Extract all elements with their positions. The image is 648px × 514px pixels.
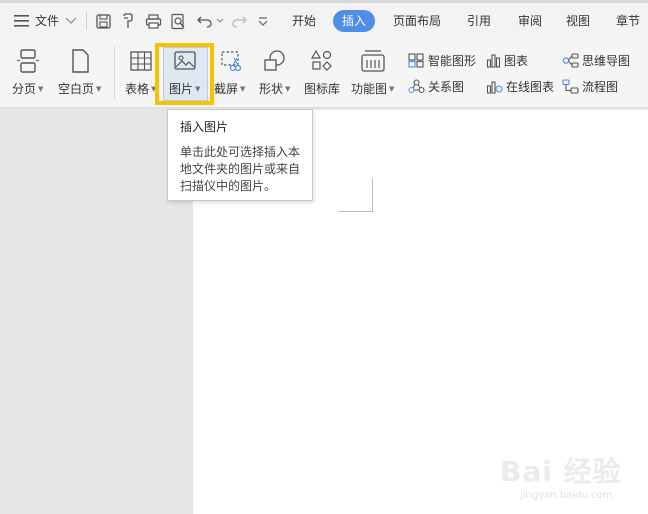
- smart-art-label: 智能图形: [428, 53, 477, 68]
- quick-access-dropdown[interactable]: [257, 10, 269, 32]
- online-chart-label: 在线图表: [506, 79, 555, 94]
- tab-sections[interactable]: 章节: [616, 10, 640, 32]
- page-break-label: 分页: [12, 82, 37, 96]
- relation-chart-button[interactable]: 关系图: [408, 77, 464, 95]
- bar-chart-icon: [486, 53, 501, 68]
- dropdown-caret-icon: ▼: [240, 84, 246, 93]
- blank-page-label: 空白页: [58, 82, 95, 96]
- smart-art-button[interactable]: 智能图形: [408, 51, 476, 69]
- chart-label: 图表: [504, 53, 529, 68]
- menu-bar: 文件 开始 插入 页面布局 引用 审阅 视图 章节: [0, 0, 648, 40]
- function-chart-icon: [360, 48, 386, 74]
- watermark-url: jingyan.baidu.com: [520, 490, 613, 501]
- separator: [86, 12, 87, 30]
- undo-icon: [197, 16, 212, 28]
- file-menu[interactable]: 文件: [14, 10, 77, 32]
- tab-insert[interactable]: 插入: [333, 10, 376, 32]
- hamburger-icon: [14, 15, 29, 27]
- tooltip-body: 单击此处可选择插入本地文件夹的图片或来自扫描仪中的图片。: [180, 145, 301, 193]
- page-margin-marker: [372, 178, 373, 212]
- format-painter-icon: [123, 12, 133, 28]
- icon-library-button[interactable]: 图标库: [304, 48, 340, 97]
- mind-map-button[interactable]: 思维导图: [562, 51, 630, 69]
- insert-picture-tooltip: 插入图片 单击此处可选择插入本地文件夹的图片或来自扫描仪中的图片。: [167, 109, 313, 201]
- print-preview-button[interactable]: [170, 10, 187, 32]
- table-button[interactable]: 表格 ▼: [125, 48, 156, 97]
- table-label: 表格: [125, 82, 150, 96]
- top-border: [0, 0, 648, 3]
- dropdown-caret-icon: ▼: [38, 84, 44, 93]
- tab-page-layout[interactable]: 页面布局: [393, 10, 441, 32]
- dropdown-caret-icon: ▼: [285, 84, 291, 93]
- dropdown-caret-icon: ▼: [96, 84, 102, 93]
- online-chart-button[interactable]: 在线图表: [486, 77, 554, 95]
- icon-library-icon: [309, 48, 335, 74]
- save-icon: [96, 13, 111, 29]
- format-painter-button[interactable]: [120, 10, 137, 32]
- chevron-down-icon: [258, 17, 268, 26]
- flowchart-button[interactable]: 流程图: [562, 77, 618, 95]
- watermark: Bai 经验 jingyan.baidu.com: [500, 450, 640, 501]
- dropdown-caret-icon: ▼: [389, 84, 395, 93]
- flowchart-icon: [562, 78, 579, 94]
- mind-map-label: 思维导图: [582, 53, 631, 68]
- print-icon: [145, 13, 162, 29]
- blank-page-icon: [67, 48, 93, 74]
- chevron-down-icon: [65, 17, 77, 24]
- tab-references[interactable]: 引用: [467, 10, 491, 32]
- icon-library-label: 图标库: [304, 82, 341, 96]
- tab-view[interactable]: 视图: [566, 10, 590, 32]
- undo-button[interactable]: [196, 10, 224, 32]
- page-break-button[interactable]: 分页 ▼: [12, 48, 43, 97]
- print-preview-icon: [171, 13, 185, 29]
- tab-review[interactable]: 审阅: [518, 10, 542, 32]
- shapes-icon: [262, 48, 288, 74]
- file-menu-label: 文件: [35, 14, 60, 28]
- tooltip-title: 插入图片: [180, 120, 229, 134]
- chart-button[interactable]: 图表: [486, 51, 528, 69]
- print-button[interactable]: [145, 10, 162, 32]
- relation-chart-icon: [408, 78, 425, 93]
- mind-map-icon: [562, 52, 579, 68]
- flowchart-label: 流程图: [582, 79, 619, 94]
- table-icon: [128, 48, 154, 74]
- redo-icon: [232, 16, 247, 28]
- redo-button[interactable]: [230, 10, 248, 32]
- tab-home[interactable]: 开始: [292, 10, 316, 32]
- blank-page-button[interactable]: 空白页 ▼: [58, 48, 101, 97]
- chevron-down-icon: [216, 18, 224, 23]
- smart-art-icon: [408, 52, 424, 68]
- page-margin-marker: [338, 211, 373, 212]
- page-break-icon: [15, 48, 41, 74]
- highlight-box: [155, 43, 214, 105]
- relation-chart-label: 关系图: [428, 79, 465, 94]
- screenshot-button[interactable]: 截屏 ▼: [214, 48, 245, 97]
- watermark-logo: Bai 经验: [500, 455, 622, 488]
- screenshot-label: 截屏: [214, 82, 239, 96]
- function-chart-button[interactable]: 功能图 ▼: [351, 48, 394, 97]
- online-chart-icon: [486, 80, 503, 94]
- shapes-button[interactable]: 形状 ▼: [259, 48, 290, 97]
- separator: [114, 46, 115, 100]
- save-button[interactable]: [95, 10, 112, 32]
- shapes-label: 形状: [259, 82, 284, 96]
- screenshot-icon: [217, 48, 243, 74]
- function-chart-label: 功能图: [351, 82, 388, 96]
